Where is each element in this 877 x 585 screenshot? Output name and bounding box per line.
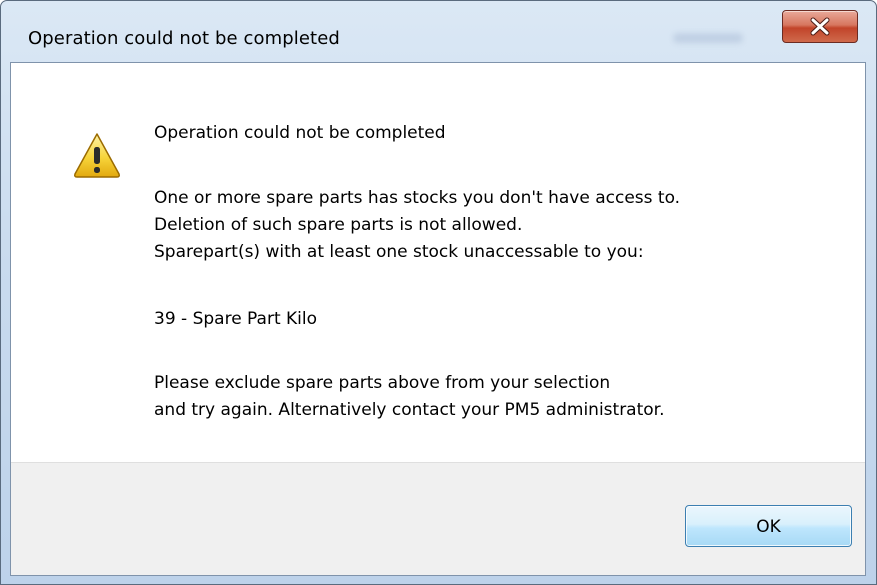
message-line-1: One or more spare parts has stocks you d… <box>154 188 681 208</box>
warning-icon <box>74 133 120 178</box>
message-line-5: and try again. Alternatively contact you… <box>154 400 665 420</box>
title-bar-glow <box>673 33 743 43</box>
dialog-window: Operation could not be completed Operati… <box>0 0 877 585</box>
message-area: Operation could not be completed One or … <box>11 63 865 462</box>
close-x-icon <box>810 17 830 36</box>
message-line-4: Please exclude spare parts above from yo… <box>154 373 611 393</box>
close-button[interactable] <box>782 10 858 43</box>
button-bar: OK <box>11 462 865 575</box>
title-bar[interactable]: Operation could not be completed <box>1 1 876 63</box>
message-line-3: Sparepart(s) with at least one stock una… <box>154 242 644 262</box>
message-line-2: Deletion of such spare parts is not allo… <box>154 215 523 235</box>
ok-button[interactable]: OK <box>685 505 852 547</box>
spare-part-item: 39 - Spare Part Kilo <box>154 309 318 329</box>
dialog-client-area: Operation could not be completed One or … <box>10 62 866 576</box>
window-title: Operation could not be completed <box>28 28 340 49</box>
message-heading: Operation could not be completed <box>154 123 446 143</box>
